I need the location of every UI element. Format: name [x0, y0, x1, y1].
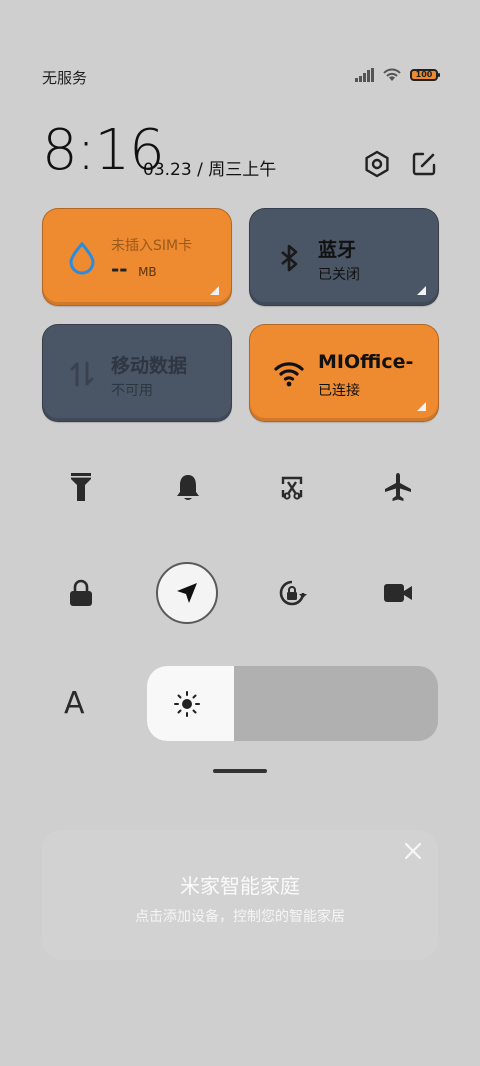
rotation-lock-toggle[interactable]	[262, 563, 322, 623]
tile-corner-indicator	[417, 286, 426, 295]
bell-icon	[177, 475, 199, 500]
tile-wifi[interactable]: MIOffice- 已连接	[249, 324, 439, 422]
edit-icon[interactable]	[410, 150, 438, 178]
tile-mobile-data-status: 不可用	[111, 383, 153, 399]
bluetooth-icon	[281, 244, 298, 272]
carrier-label: 无服务	[42, 69, 88, 87]
battery-icon: 100	[410, 69, 440, 81]
tile-bluetooth-title: 蓝牙	[318, 239, 357, 261]
tile-data-usage[interactable]: 未插入SIM卡 -- MB	[42, 208, 232, 306]
mijia-subtitle: 点击添加设备，控制您的智能家居	[135, 909, 345, 925]
signal-icon	[355, 68, 374, 82]
tile-data-title: 未插入SIM卡	[111, 238, 193, 254]
rotation-lock-icon	[279, 580, 307, 606]
location-toggle[interactable]	[156, 562, 218, 624]
tile-mobile-data-title: 移动数据	[111, 355, 188, 377]
close-icon[interactable]	[404, 842, 422, 860]
clock-date[interactable]: 03.23 / 周三上午	[143, 155, 276, 180]
lock-icon	[70, 579, 92, 606]
airplane-toggle[interactable]	[368, 457, 428, 517]
tile-corner-indicator	[417, 402, 426, 411]
mijia-smart-home-card[interactable]: 米家智能家庭 点击添加设备，控制您的智能家居	[42, 830, 438, 960]
screen-lock-toggle[interactable]	[51, 563, 111, 623]
ringer-toggle[interactable]	[158, 457, 218, 517]
data-unit: MB	[138, 265, 157, 279]
tile-data-value: -- MB	[111, 257, 157, 281]
status-icons: 100	[354, 68, 440, 82]
tile-bluetooth-status: 已关闭	[318, 267, 360, 283]
tile-corner-indicator	[210, 286, 219, 295]
settings-icon[interactable]	[363, 150, 391, 178]
tile-mobile-data[interactable]: 移动数据 不可用	[42, 324, 232, 422]
data-value: --	[111, 257, 128, 281]
tile-bluetooth[interactable]: 蓝牙 已关闭	[249, 208, 439, 306]
water-drop-icon	[69, 241, 95, 275]
tile-wifi-status: 已连接	[318, 383, 360, 399]
drag-handle[interactable]	[213, 769, 267, 773]
mobile-data-icon	[70, 361, 94, 387]
sun-icon	[174, 691, 200, 717]
flashlight-icon	[71, 473, 91, 501]
video-record-toggle[interactable]	[368, 563, 428, 623]
status-bar: 无服务 100	[0, 60, 480, 92]
airplane-icon	[385, 473, 411, 501]
screenshot-toggle[interactable]	[262, 457, 322, 517]
screenshot-icon	[281, 476, 303, 500]
location-icon	[177, 583, 197, 603]
wifi-icon	[274, 362, 304, 387]
flashlight-toggle[interactable]	[51, 457, 111, 517]
wifi-icon	[383, 68, 401, 81]
brightness-slider[interactable]	[147, 666, 438, 741]
auto-brightness-toggle[interactable]: A	[64, 686, 85, 721]
video-camera-icon	[384, 584, 412, 602]
tile-wifi-title: MIOffice-	[318, 351, 414, 373]
mijia-title: 米家智能家庭	[180, 874, 300, 898]
